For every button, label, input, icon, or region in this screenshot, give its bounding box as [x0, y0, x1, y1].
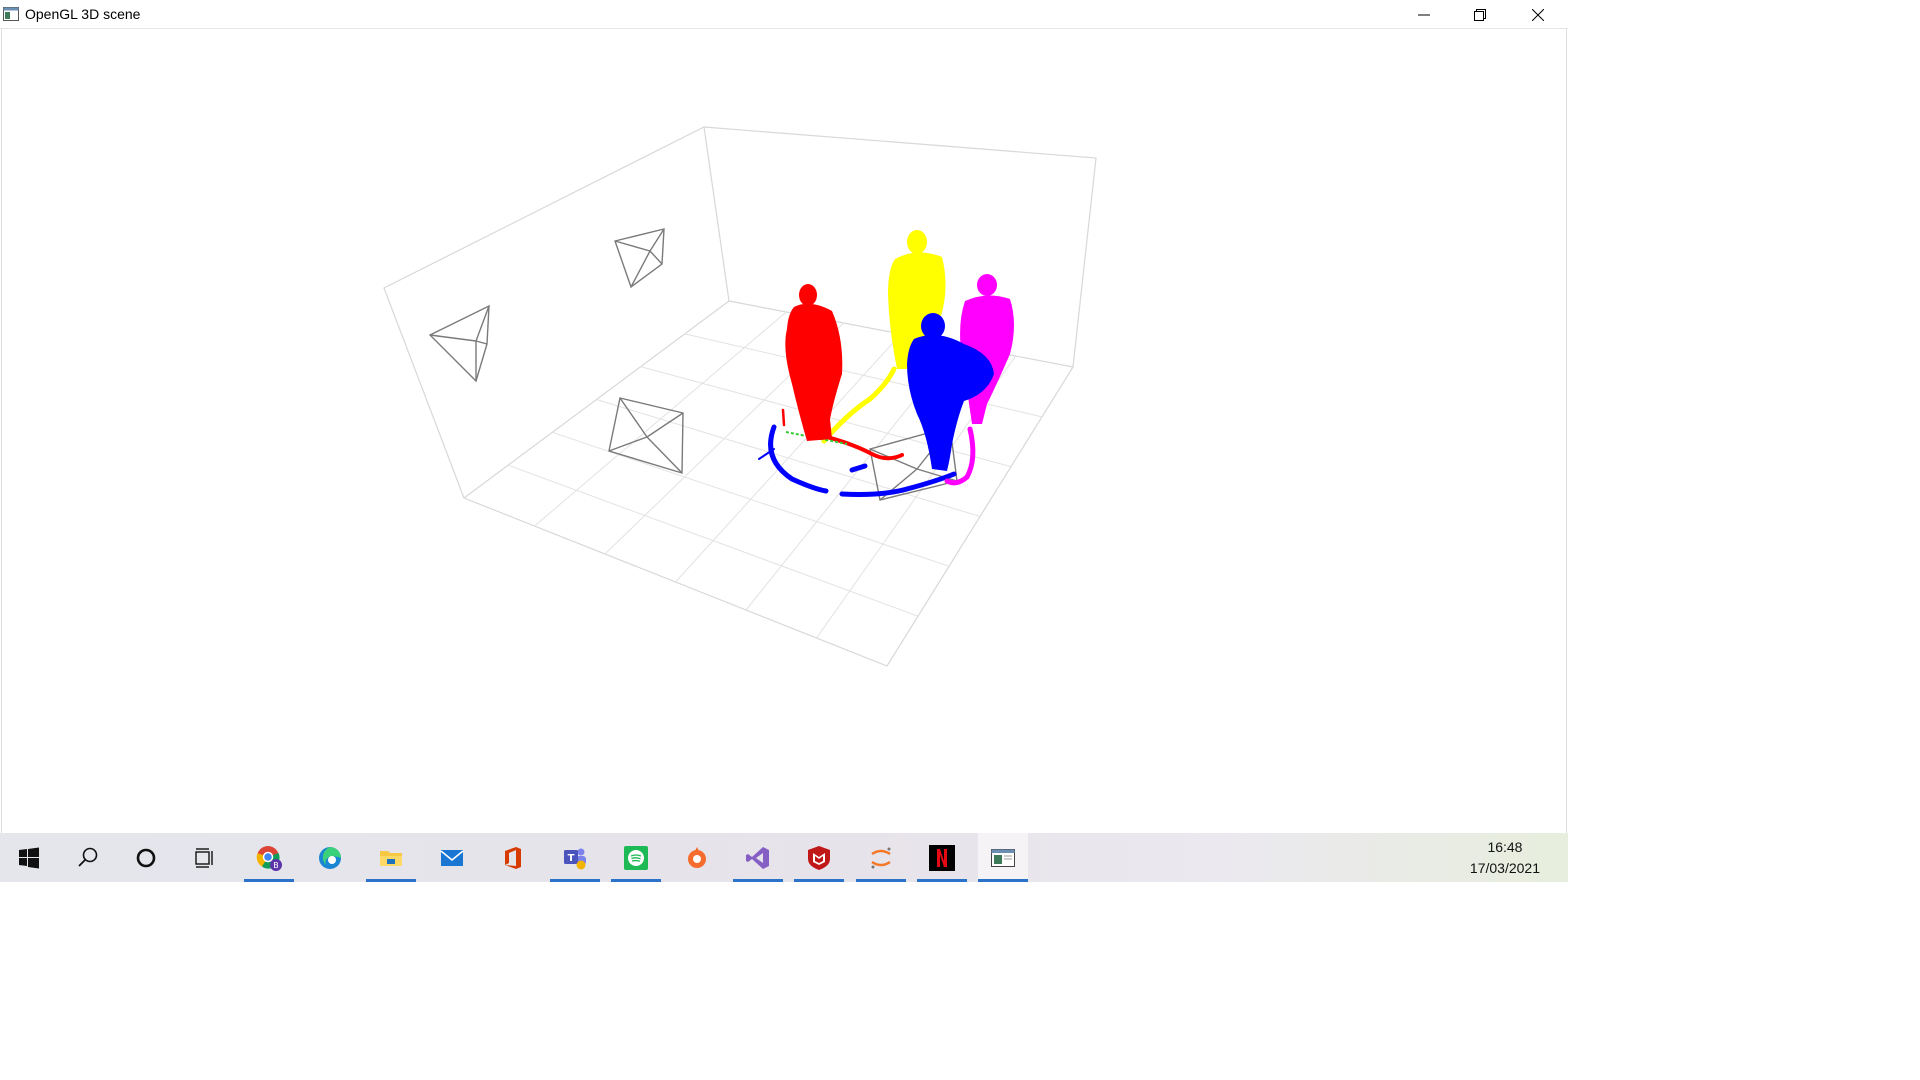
task-view-icon — [195, 847, 213, 868]
spotify-taskbar-item[interactable] — [611, 833, 661, 882]
minimize-button[interactable] — [1401, 0, 1447, 29]
windows-taskbar: B T 16:48 17/03/2021 — [0, 833, 1568, 882]
visual-studio-taskbar-item[interactable] — [733, 833, 783, 882]
chrome-icon: B — [256, 845, 282, 871]
close-icon — [1532, 8, 1544, 21]
file-explorer-taskbar-item[interactable] — [366, 833, 416, 882]
opengl-app-taskbar-item[interactable] — [978, 833, 1028, 882]
netflix-taskbar-item[interactable] — [917, 833, 967, 882]
restore-icon — [1474, 8, 1486, 21]
edge-taskbar-item[interactable] — [305, 833, 355, 882]
chrome-taskbar-item[interactable]: B — [244, 833, 294, 882]
scene-canvas[interactable] — [2, 29, 1568, 833]
folder-icon — [380, 850, 402, 866]
clock-date: 17/03/2021 — [1469, 860, 1540, 876]
trajectory-blue — [758, 424, 957, 497]
opengl-3d-viewport[interactable] — [1, 29, 1567, 833]
jupyter-icon — [871, 847, 891, 868]
opengl-window-icon — [3, 7, 19, 21]
svg-text:T: T — [568, 853, 575, 864]
jupyter-taskbar-item[interactable] — [856, 833, 906, 882]
search-icon — [78, 847, 98, 867]
mail-taskbar-item[interactable] — [427, 833, 477, 882]
person-pointcloud-red — [785, 284, 843, 441]
floor-grid-line — [507, 464, 919, 617]
search-button[interactable] — [63, 833, 113, 882]
origin-icon — [688, 846, 706, 868]
office-taskbar-item[interactable] — [488, 833, 538, 882]
opengl-window-icon — [991, 848, 1015, 867]
visual-studio-icon — [746, 846, 769, 869]
edge-icon — [319, 846, 341, 869]
window-titlebar[interactable]: OpenGL 3D scene — [0, 0, 1568, 29]
system-clock[interactable]: 16:48 17/03/2021 — [1470, 837, 1540, 879]
task-view-button[interactable] — [180, 833, 230, 882]
mail-icon — [440, 849, 464, 866]
camera-frustum-2 — [428, 304, 490, 383]
cortana-button[interactable] — [121, 833, 171, 882]
netflix-icon — [929, 844, 955, 871]
windows-logo-icon — [19, 847, 39, 868]
origin-taskbar-item[interactable] — [672, 833, 722, 882]
mcafee-icon — [808, 845, 830, 870]
office-icon — [505, 846, 521, 869]
teams-icon: T — [564, 848, 586, 869]
clock-time: 16:48 — [1487, 839, 1523, 855]
teams-taskbar-item[interactable]: T — [550, 833, 600, 882]
start-button[interactable] — [4, 833, 54, 882]
spotify-icon — [624, 845, 648, 870]
svg-text:B: B — [273, 861, 279, 870]
close-button[interactable] — [1515, 0, 1561, 29]
camera-frustum-1 — [614, 228, 665, 289]
cortana-circle-icon — [136, 848, 156, 867]
window-title: OpenGL 3D scene — [25, 6, 141, 22]
mcafee-taskbar-item[interactable] — [794, 833, 844, 882]
minimize-icon — [1418, 14, 1430, 15]
restore-button[interactable] — [1457, 0, 1503, 29]
